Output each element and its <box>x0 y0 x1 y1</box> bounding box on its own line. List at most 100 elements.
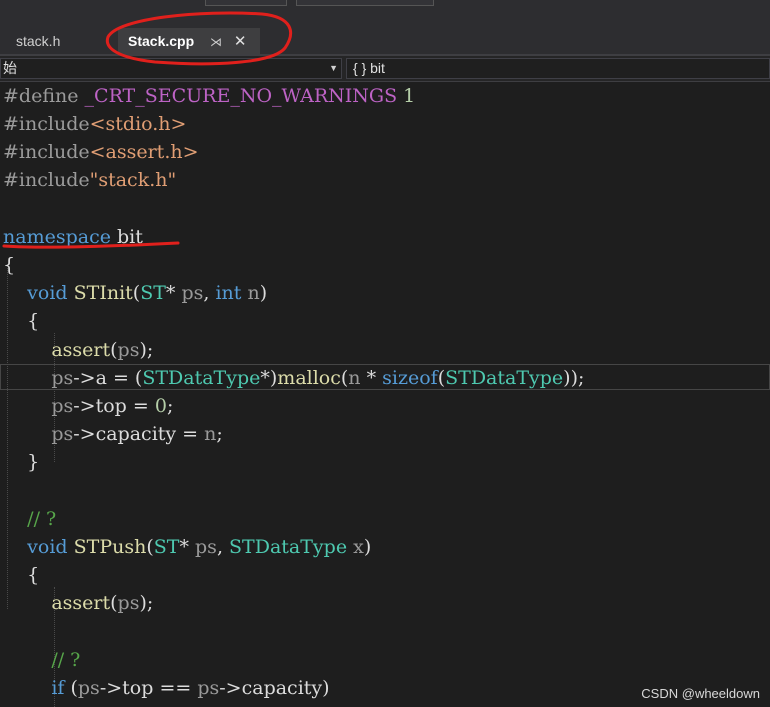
code-token: ) <box>322 677 330 699</box>
code-line: #define _CRT_SECURE_NO_WARNINGS 1 <box>3 82 415 110</box>
code-token: , <box>203 282 216 304</box>
code-token: )) <box>563 367 578 389</box>
code-token: { <box>27 310 40 332</box>
code-token: ; <box>216 423 223 445</box>
code-token: -> <box>99 677 123 699</box>
toolbar-dropdown[interactable] <box>296 0 434 6</box>
code-token: = <box>126 395 155 417</box>
code-token: ) <box>259 282 268 304</box>
code-token: ( <box>64 677 78 699</box>
code-token: if <box>51 677 65 699</box>
code-token: = <box>176 423 205 445</box>
code-line: // ? <box>3 505 56 533</box>
code-token: <stdio.h> <box>89 113 187 135</box>
code-token: n <box>204 423 217 445</box>
member-label: { } bit <box>353 60 385 76</box>
code-token: ps <box>51 367 74 389</box>
code-line: #include<stdio.h> <box>3 110 186 138</box>
tab-stack-h[interactable]: stack.h <box>6 28 106 54</box>
code-token: * <box>360 367 383 389</box>
code-token: STInit <box>73 282 133 304</box>
code-token: n <box>348 367 361 389</box>
code-token: "stack.h" <box>89 169 177 191</box>
code-token: ; <box>146 592 154 614</box>
code-token: ps <box>181 282 204 304</box>
close-icon[interactable]: ✕ <box>234 29 247 55</box>
code-token: STDataType <box>229 536 348 558</box>
code-line: assert(ps); <box>3 589 153 617</box>
code-token: ps <box>51 395 74 417</box>
code-token: bit <box>117 226 143 248</box>
title-toolbar <box>0 0 770 26</box>
code-token: ps <box>117 339 140 361</box>
code-token: * <box>179 536 189 558</box>
code-line: } <box>3 448 39 476</box>
code-token: #include <box>3 141 90 163</box>
code-token: top <box>122 677 154 699</box>
code-token: void <box>27 282 68 304</box>
code-token: #include <box>3 113 90 135</box>
code-token: * <box>260 367 270 389</box>
code-token: assert <box>51 592 111 614</box>
code-token: // ? <box>27 508 57 530</box>
code-line: #include<assert.h> <box>3 138 199 166</box>
code-token: ; <box>146 339 154 361</box>
code-token: -> <box>73 423 96 445</box>
code-editor[interactable]: #define _CRT_SECURE_NO_WARNINGS 1 #inclu… <box>0 82 770 707</box>
code-token: { <box>3 254 16 276</box>
code-token: ps <box>117 592 140 614</box>
pin-icon[interactable]: ⋊ <box>210 29 222 55</box>
code-line: #include"stack.h" <box>3 166 176 194</box>
code-token: x <box>353 536 364 558</box>
chevron-down-icon[interactable]: ▼ <box>329 59 338 78</box>
code-token: ST <box>140 282 166 304</box>
code-line: // ? <box>3 646 80 674</box>
code-token: ) <box>139 592 147 614</box>
code-token: ( <box>437 367 446 389</box>
code-token: top <box>95 395 127 417</box>
member-dropdown[interactable]: { } bit <box>346 58 770 79</box>
code-token: ps <box>197 677 220 699</box>
code-token: #include <box>3 169 90 191</box>
toolbar-dropdown[interactable] <box>205 0 287 6</box>
code-token: ps <box>195 536 217 558</box>
code-token: ; <box>577 367 585 389</box>
tab-stack-cpp[interactable]: Stack.cpp ⋊ ✕ <box>118 28 260 54</box>
code-token: namespace <box>3 226 111 248</box>
code-token: * <box>165 282 176 304</box>
code-token: STPush <box>73 536 147 558</box>
code-line: ps->capacity = n; <box>3 420 223 448</box>
code-token: // ? <box>51 649 81 671</box>
code-token: = <box>106 367 135 389</box>
code-token: a <box>95 367 107 389</box>
tab-label: Stack.cpp <box>128 33 195 49</box>
code-token: ( <box>110 339 118 361</box>
code-token: } <box>27 451 40 473</box>
code-line: if (ps->top == ps->capacity) <box>3 674 330 702</box>
code-line: void STInit(ST* ps, int n) <box>3 279 267 307</box>
code-token: capacity <box>95 423 177 445</box>
code-token: n <box>247 282 260 304</box>
document-tab-bar: stack.h Stack.cpp ⋊ ✕ <box>0 26 770 56</box>
code-token: ; <box>166 395 174 417</box>
code-token: #define <box>3 85 79 107</box>
code-line: ps->top = 0; <box>3 392 173 420</box>
code-line: { <box>3 251 15 279</box>
code-token: ( <box>110 592 118 614</box>
code-token: ps <box>51 423 74 445</box>
code-token: assert <box>51 339 111 361</box>
code-token: <assert.h> <box>89 141 199 163</box>
code-token: 1 <box>403 85 416 107</box>
code-token: STDataType <box>142 367 261 389</box>
code-token: sizeof <box>382 367 438 389</box>
code-token: malloc <box>277 367 341 389</box>
code-line: assert(ps); <box>3 336 153 364</box>
code-token: { <box>27 564 40 586</box>
code-token: void <box>27 536 68 558</box>
scope-dropdown[interactable]: 始 ▼ <box>0 58 342 79</box>
code-token: ST <box>153 536 180 558</box>
code-token: ps <box>77 677 100 699</box>
code-token: 0 <box>154 395 167 417</box>
code-token: ) <box>139 339 147 361</box>
watermark: CSDN @wheeldown <box>641 686 760 701</box>
